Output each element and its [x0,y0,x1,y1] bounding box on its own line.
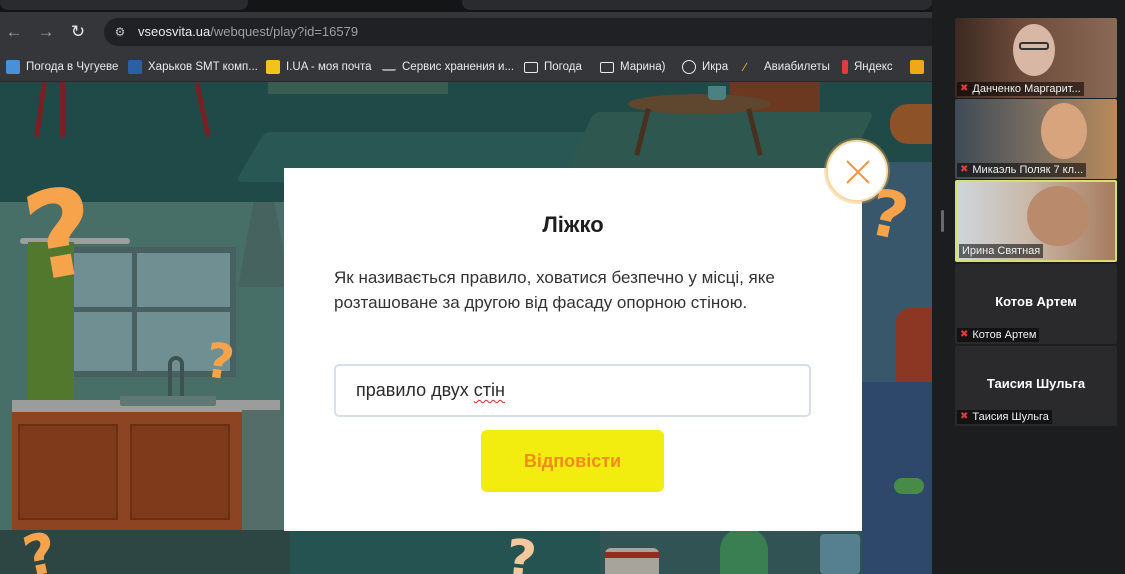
address-bar[interactable]: ⚙ vseosvita.ua/webquest/play?id=16579 [104,18,932,46]
modal-title: Ліжко [542,212,604,237]
reload-icon[interactable]: ↻ [66,20,90,44]
mic-muted-icon: ✖ [960,83,969,94]
bookmark-item[interactable]: ∕ Авиабилеты [744,59,830,75]
browser-toolbar: ← → ↻ ⚙ vseosvita.ua/webquest/play?id=16… [0,12,932,52]
participant-name-label: ✖ Микаэль Поляк 7 кл... [957,163,1087,177]
bookmark-label: Погода в Чугуеве [26,61,119,73]
participant-name-label: ✖ Котов Артем [957,328,1040,342]
participant-name-label: ✖ Таисия Шульга [957,410,1052,424]
question-modal: Ліжко Як називається правило, ховатися б… [284,168,862,531]
bookmark-label: Харьков SMT комп... [148,61,258,73]
folder-icon [600,61,614,73]
plane-icon: ∕ [744,60,747,74]
bookmark-label: Авиабилеты [764,61,830,73]
bookmark-label: I.UA - моя почта [286,61,372,73]
participant-name: Котов Артем [972,329,1037,341]
participant-face [1041,103,1087,159]
submit-answer-button[interactable]: Відповісти [481,430,664,492]
participant-tile[interactable]: Таисия Шульга ✖ Таисия Шульга [955,346,1117,426]
bookmarks-bar: Погода в Чугуеве Харьков SMT комп... I.U… [0,52,932,82]
bookmark-label: Марина) [620,61,666,73]
bookmark-overflow-icon[interactable] [910,59,924,75]
iua-icon [266,60,280,74]
question-text: Як називається правило, ховатися безпечн… [334,268,775,312]
participant-display-name: Таисия Шульга [986,376,1086,391]
bookmark-label: Сервис хранения и... [402,61,515,73]
participant-name: Микаэль Поляк 7 кл... [972,164,1084,176]
tab-strip [0,0,932,12]
bookmark-item[interactable]: Икра [682,59,728,75]
bookmark-item[interactable]: I.UA - моя почта [266,59,372,75]
mic-muted-icon: ✖ [960,329,969,340]
glasses-icon [1019,42,1049,50]
close-modal-button[interactable] [826,140,888,202]
smt-icon [128,60,142,74]
weather-icon [6,60,20,74]
participant-tile[interactable]: ✖ Данченко Маргарит... [955,18,1117,98]
webquest-scene: ? ? ? ? ? Ліжко Як називається правило, … [0,82,932,574]
panel-resize-handle[interactable] [941,210,944,232]
participant-name: Данченко Маргарит... [972,83,1081,95]
participant-tile[interactable]: Котов Артем ✖ Котов Артем [955,264,1117,344]
bookmark-item[interactable]: Харьков SMT комп... [128,59,258,75]
participant-face [1013,24,1055,76]
mic-muted-icon: ✖ [960,411,969,422]
participant-name-label: Ирина Святная [959,244,1044,258]
dash-icon [382,63,396,71]
mic-muted-icon: ✖ [960,164,969,175]
answer-input[interactable]: правило двух стін [334,364,811,417]
site-info-icon[interactable]: ⚙ [112,24,128,40]
url-path: /webquest/play?id=16579 [210,24,359,39]
yandex-icon [842,60,848,74]
participant-tile-active-speaker[interactable]: Ирина Святная [955,180,1117,262]
bookmark-item[interactable]: Марина) [600,59,666,75]
browser-tab[interactable] [0,0,248,10]
misspelled-word: стін [473,380,505,400]
url-text[interactable]: vseosvita.ua/webquest/play?id=16579 [138,24,358,40]
globe-icon [682,60,696,74]
close-icon [846,160,870,184]
back-arrow-icon[interactable]: ← [2,20,26,44]
bookmark-item[interactable]: Погода [524,59,582,75]
bookmark-item[interactable]: Погода в Чугуеве [6,59,118,75]
answer-text: правило двух [356,380,474,400]
bookmark-label: Погода [544,61,582,73]
participant-name: Ирина Святная [962,245,1041,257]
bookmark-item[interactable]: Сервис хранения и... [382,59,514,75]
bookmark-item[interactable]: Яндекс [842,59,893,75]
folder-icon [524,61,538,73]
browser-tab[interactable] [462,0,932,10]
participant-name: Таисия Шульга [972,411,1049,423]
participant-display-name: Котов Артем [995,294,1077,309]
bookmark-overflow-icon [910,60,924,74]
url-domain: vseosvita.ua [138,24,211,39]
bookmark-label: Яндекс [854,61,893,73]
browser-window: ← → ↻ ⚙ vseosvita.ua/webquest/play?id=16… [0,0,932,574]
participant-name-label: ✖ Данченко Маргарит... [957,82,1084,96]
bookmark-label: Икра [702,61,729,73]
participant-face [1027,186,1089,246]
question-mark-hotspot-icon[interactable]: ? [503,529,539,574]
forward-arrow-icon[interactable]: → [34,20,58,44]
participant-tile[interactable]: ✖ Микаэль Поляк 7 кл... [955,99,1117,179]
